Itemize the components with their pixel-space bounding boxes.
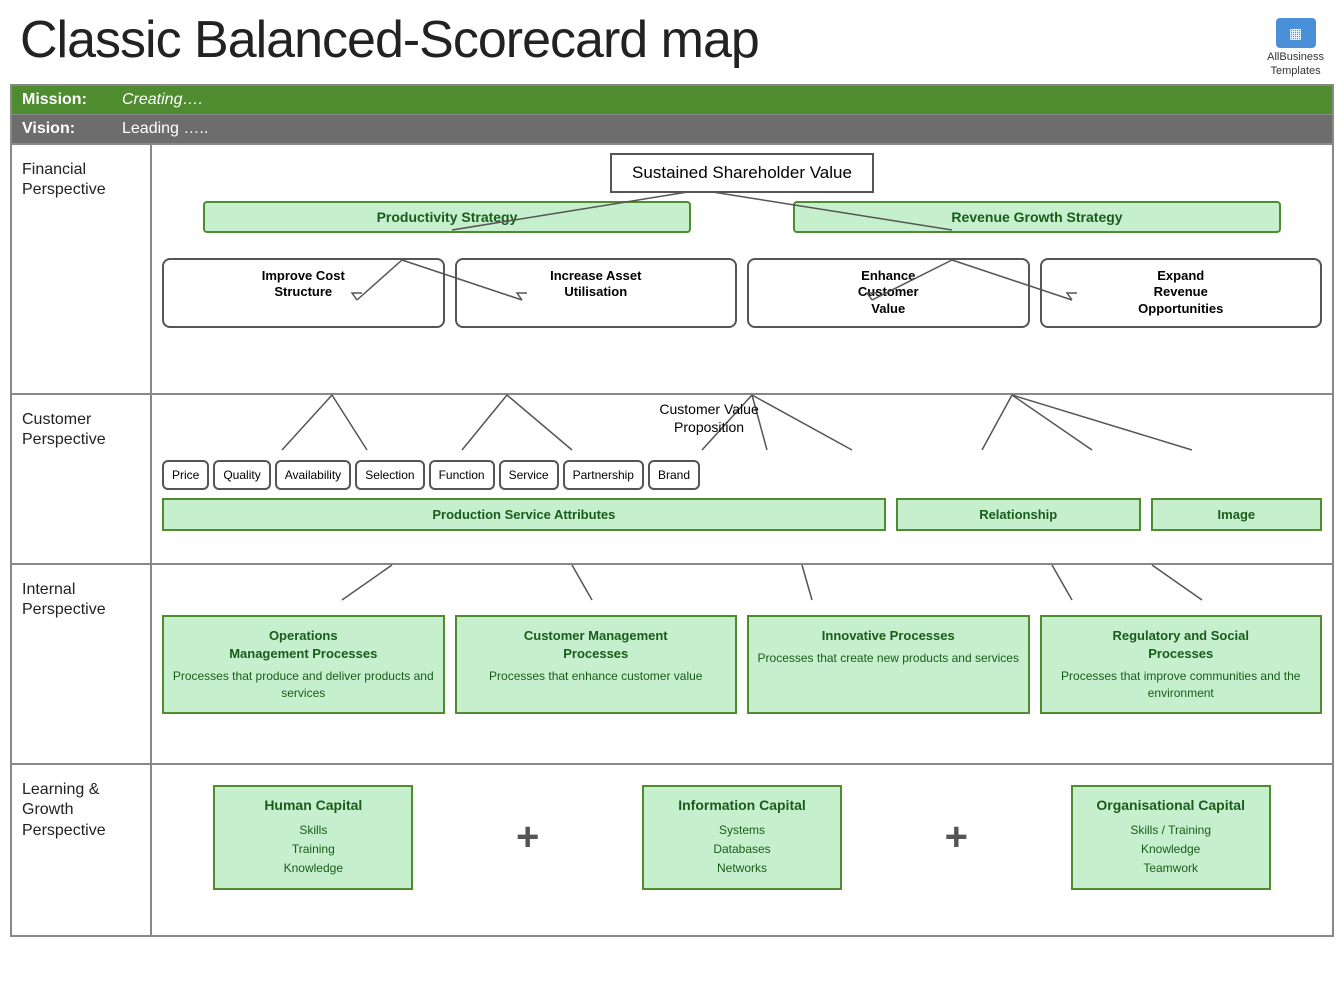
learning-label: Learning & Growth Perspective xyxy=(12,765,152,935)
info-items: SystemsDatabasesNetworks xyxy=(659,821,825,879)
mission-label: Mission: xyxy=(22,91,102,109)
org-capital-title: Organisational Capital xyxy=(1088,797,1254,813)
mission-value: Creating…. xyxy=(122,91,203,109)
improve-cost-box: Improve Cost Structure xyxy=(162,258,445,329)
ops-title: Operations Management Processes xyxy=(172,627,435,663)
price-box: Price xyxy=(162,460,209,490)
internal-content: Operations Management Processes Processe… xyxy=(152,565,1332,763)
learning-perspective-row: Learning & Growth Perspective Human Capi… xyxy=(12,765,1332,935)
expand-revenue-box: Expand Revenue Opportunities xyxy=(1040,258,1323,329)
cust-mgmt-box: Customer Management Processes Processes … xyxy=(455,615,738,714)
human-capital-title: Human Capital xyxy=(230,797,396,813)
ops-management-box: Operations Management Processes Processe… xyxy=(162,615,445,714)
strategy-headers-row: Productivity Strategy Revenue Growth Str… xyxy=(162,201,1322,248)
financial-perspective-row: Financial Perspective xyxy=(12,145,1332,395)
info-capital-box: Information Capital SystemsDatabasesNetw… xyxy=(642,785,842,891)
enhance-customer-box: Enhance Customer Value xyxy=(747,258,1030,329)
org-capital-box: Organisational Capital Skills / Training… xyxy=(1071,785,1271,891)
info-capital-title: Information Capital xyxy=(659,797,825,813)
logo: AllBusinessTemplates xyxy=(1267,18,1324,79)
innov-box: Innovative Processes Processes that crea… xyxy=(747,615,1030,714)
availability-box: Availability xyxy=(275,460,351,490)
reg-box: Regulatory and Social Processes Processe… xyxy=(1040,615,1323,714)
mission-row: Mission: Creating…. xyxy=(12,86,1332,115)
image-bar: Image xyxy=(1151,498,1322,531)
customer-content: Customer Value Proposition Price Quality… xyxy=(152,395,1332,563)
plus-sign-2: + xyxy=(945,815,968,860)
quality-box: Quality xyxy=(213,460,270,490)
function-box: Function xyxy=(429,460,495,490)
logo-text: AllBusinessTemplates xyxy=(1267,50,1324,79)
attributes-row: Price Quality Availability Selection Fun… xyxy=(162,460,1322,490)
scorecard-container: Mission: Creating…. Vision: Leading ….. … xyxy=(10,84,1334,937)
ops-desc: Processes that produce and deliver produ… xyxy=(172,668,435,702)
internal-perspective-row: Internal Perspective Operations Manageme… xyxy=(12,565,1332,765)
org-items: Skills / TrainingKnowledgeTeamwork xyxy=(1088,821,1254,879)
customer-label: Customer Perspective xyxy=(12,395,152,563)
reg-title: Regulatory and Social Processes xyxy=(1050,627,1313,663)
selection-box: Selection xyxy=(355,460,424,490)
increase-asset-box: Increase Asset Utilisation xyxy=(455,258,738,329)
vision-row: Vision: Leading ….. xyxy=(12,115,1332,145)
plus-sign-1: + xyxy=(516,815,539,860)
service-box: Service xyxy=(499,460,559,490)
shareholder-row: Sustained Shareholder Value xyxy=(162,153,1322,193)
sub-strategy-row: Improve Cost Structure Increase Asset Ut… xyxy=(162,258,1322,329)
brand-box: Brand xyxy=(648,460,700,490)
vision-label: Vision: xyxy=(22,120,102,138)
cvp-label: Customer Value Proposition xyxy=(659,400,758,436)
capital-row: Human Capital SkillsTrainingKnowledge + … xyxy=(162,775,1322,901)
reg-desc: Processes that improve communities and t… xyxy=(1050,668,1313,702)
cust-desc: Processes that enhance customer value xyxy=(465,668,728,685)
logo-icon xyxy=(1276,18,1316,48)
bottom-bars-row: Production Service Attributes Relationsh… xyxy=(162,498,1322,531)
financial-content: Sustained Shareholder Value Productivity… xyxy=(152,145,1332,393)
financial-label: Financial Perspective xyxy=(12,145,152,393)
shareholder-box: Sustained Shareholder Value xyxy=(610,153,874,193)
productivity-strategy-box: Productivity Strategy xyxy=(203,201,690,233)
customer-perspective-row: Customer Perspective xyxy=(12,395,1332,565)
innov-title: Innovative Processes xyxy=(757,627,1020,645)
relationship-bar: Relationship xyxy=(896,498,1141,531)
page-header: Classic Balanced-Scorecard map AllBusine… xyxy=(0,0,1344,84)
process-boxes-row: Operations Management Processes Processe… xyxy=(162,605,1322,724)
page-title: Classic Balanced-Scorecard map xyxy=(20,10,759,70)
internal-label: Internal Perspective xyxy=(12,565,152,763)
human-skill: SkillsTrainingKnowledge xyxy=(230,821,396,879)
human-capital-box: Human Capital SkillsTrainingKnowledge xyxy=(213,785,413,891)
innov-desc: Processes that create new products and s… xyxy=(757,650,1020,667)
vision-value: Leading ….. xyxy=(122,120,208,138)
cust-title: Customer Management Processes xyxy=(465,627,728,663)
revenue-strategy-box: Revenue Growth Strategy xyxy=(793,201,1280,233)
learning-content: Human Capital SkillsTrainingKnowledge + … xyxy=(152,765,1332,935)
partnership-box: Partnership xyxy=(563,460,644,490)
production-service-bar: Production Service Attributes xyxy=(162,498,886,531)
